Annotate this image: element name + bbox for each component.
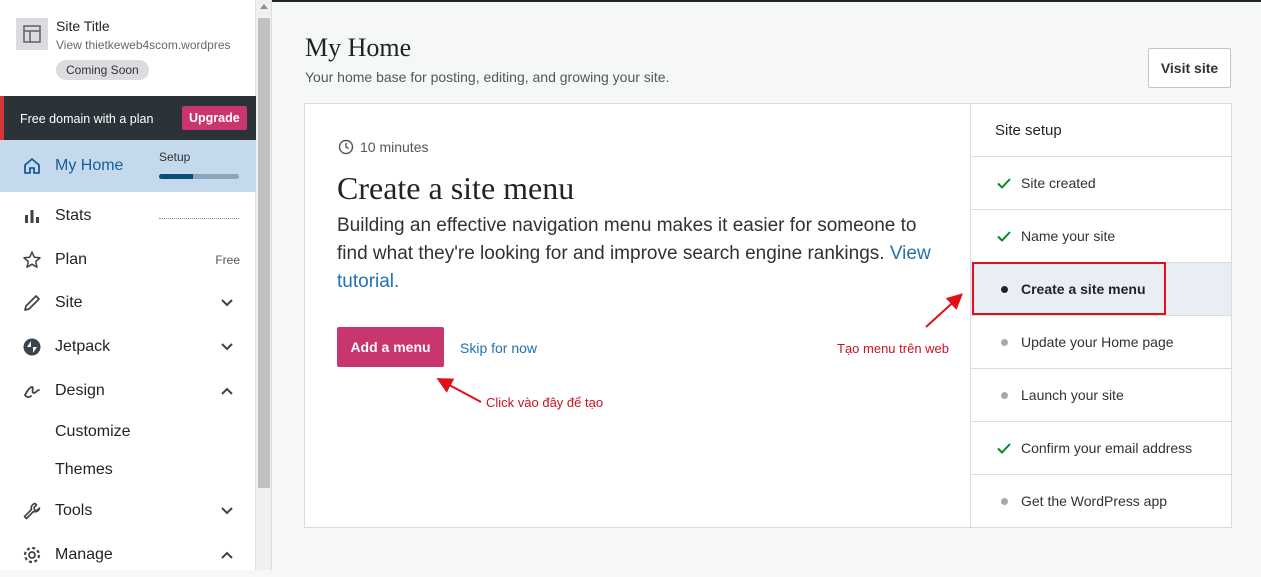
- annotation-arrow-add-menu: [436, 378, 482, 403]
- annotation-create-menu: Tạo menu trên web: [837, 341, 950, 356]
- annotation-arrow-site-menu: [925, 293, 963, 328]
- annotation-click-here: Click vào đây để tạo: [486, 395, 604, 410]
- annotation-arrows: [436, 293, 963, 403]
